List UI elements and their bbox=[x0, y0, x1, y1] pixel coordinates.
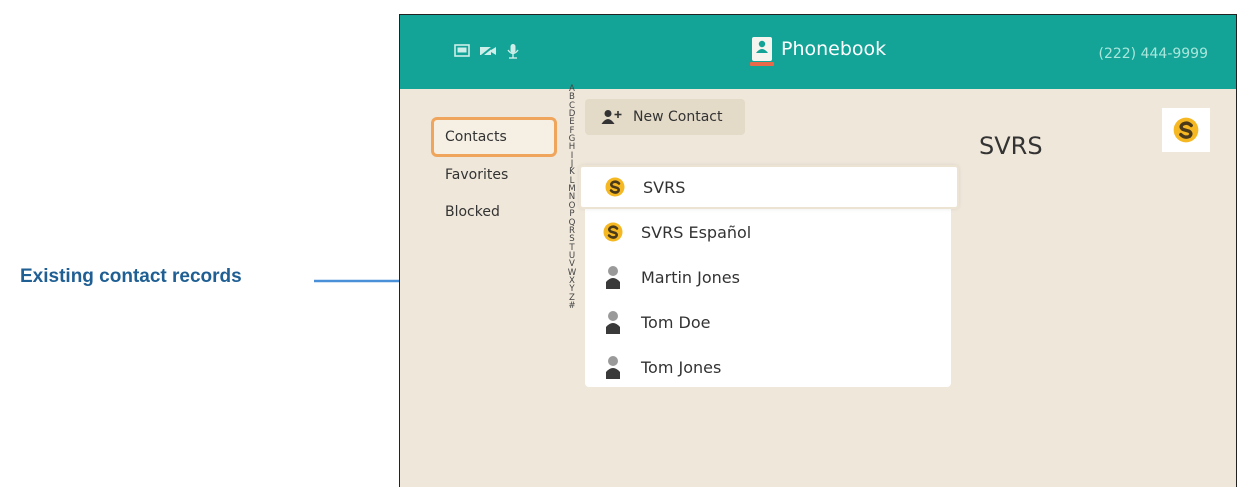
page: Existing contact records Phonebook (222)… bbox=[0, 0, 1254, 487]
page-title-text: Phonebook bbox=[781, 38, 887, 60]
new-contact-label: New Contact bbox=[633, 109, 723, 125]
alphabet-letter[interactable]: # bbox=[568, 301, 575, 310]
microphone-icon bbox=[507, 44, 519, 59]
svrs-logo-icon bbox=[605, 175, 625, 199]
new-contact-button[interactable]: New Contact bbox=[585, 99, 745, 135]
sidebar-item-blocked[interactable]: Blocked bbox=[431, 192, 557, 232]
person-icon bbox=[603, 265, 623, 289]
phonebook-screen: Phonebook (222) 444-9999 Contacts Favori… bbox=[399, 14, 1237, 487]
sidebar-item-label: Favorites bbox=[445, 167, 509, 183]
contact-detail-name: SVRS bbox=[979, 132, 1043, 160]
svrs-logo-icon bbox=[603, 220, 623, 244]
page-title: Phonebook bbox=[750, 37, 887, 66]
video-off-icon bbox=[479, 44, 496, 58]
contact-name: Martin Jones bbox=[641, 267, 740, 287]
sidebar-item-label: Blocked bbox=[445, 204, 500, 220]
top-bar: Phonebook (222) 444-9999 bbox=[400, 15, 1236, 89]
sidebar-item-label: Contacts bbox=[445, 129, 507, 145]
contact-name: SVRS Español bbox=[641, 222, 752, 242]
contact-detail-logo bbox=[1162, 108, 1210, 152]
list-item[interactable]: Martin Jones bbox=[579, 255, 959, 299]
sidebar-item-favorites[interactable]: Favorites bbox=[431, 155, 557, 195]
list-item[interactable]: Tom Jones bbox=[579, 345, 959, 389]
annotation-label: Existing contact records bbox=[20, 266, 242, 287]
add-person-icon bbox=[601, 110, 622, 124]
list-item[interactable]: SVRS Español bbox=[579, 210, 959, 254]
status-icons bbox=[454, 43, 520, 59]
screen-icon bbox=[454, 44, 470, 57]
phone-number: (222) 444-9999 bbox=[1098, 46, 1209, 62]
svrs-logo-icon bbox=[1173, 117, 1199, 143]
list-item[interactable]: Tom Doe bbox=[579, 300, 959, 344]
person-icon bbox=[603, 355, 623, 379]
alphabet-index: A B C D E F G H I J K L M N O P Q R S T … bbox=[566, 85, 578, 311]
contact-name: Tom Doe bbox=[641, 312, 711, 332]
person-icon bbox=[603, 310, 623, 334]
sidebar-item-contacts[interactable]: Contacts bbox=[431, 117, 557, 157]
list-item[interactable]: SVRS bbox=[579, 165, 959, 209]
contact-name: Tom Jones bbox=[641, 357, 722, 377]
phonebook-icon bbox=[750, 37, 774, 66]
contact-name: SVRS bbox=[643, 177, 686, 197]
contact-list: SVRS SVRS Español Martin Jones Tom Doe T… bbox=[579, 165, 959, 391]
